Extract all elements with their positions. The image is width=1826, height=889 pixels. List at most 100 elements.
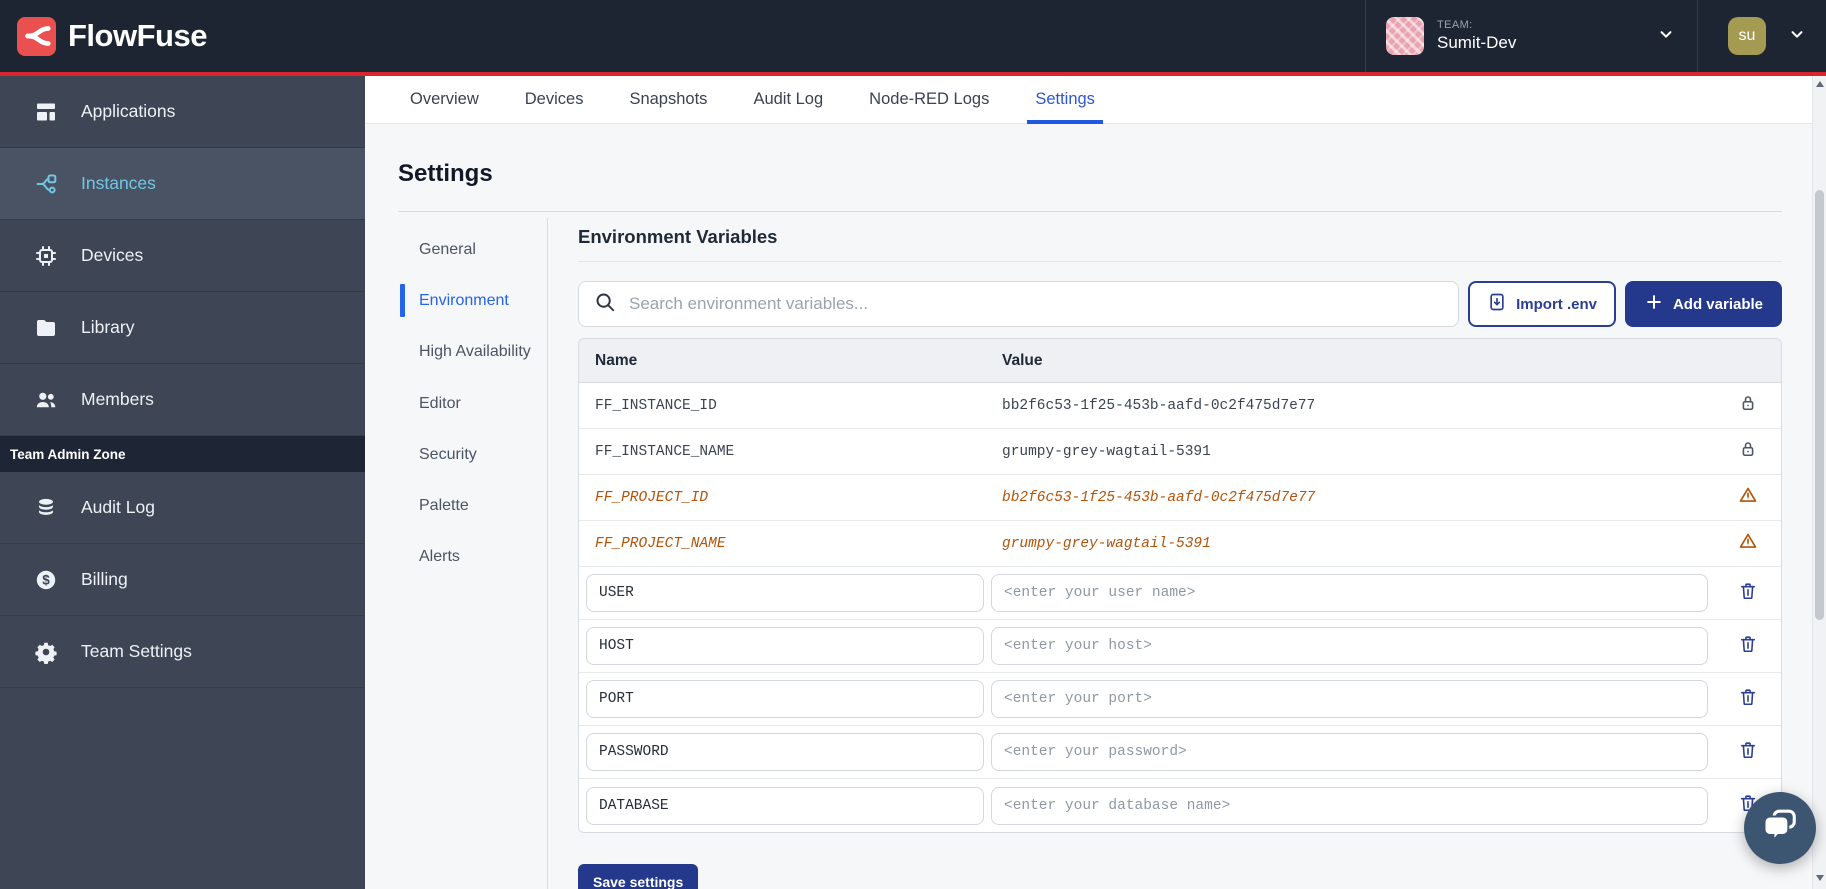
- env-var-row: [579, 620, 1781, 673]
- tab-devices[interactable]: Devices: [517, 76, 592, 123]
- user-avatar: su: [1728, 17, 1766, 55]
- scrollbar-thumb[interactable]: [1815, 190, 1824, 620]
- import-file-icon: [1487, 292, 1507, 316]
- lock-icon: [1738, 393, 1758, 418]
- svg-text:$: $: [42, 572, 50, 587]
- tab-snapshots[interactable]: Snapshots: [621, 76, 715, 123]
- sidebar-item-billing[interactable]: $ Billing: [0, 544, 365, 616]
- chevron-down-icon: [1788, 25, 1806, 48]
- warning-icon: [1738, 531, 1758, 556]
- env-var-value: grumpy-grey-wagtail-5391: [1002, 536, 1715, 552]
- env-value-input[interactable]: [991, 680, 1708, 718]
- env-var-row: FF_INSTANCE_NAMEgrumpy-grey-wagtail-5391: [579, 429, 1781, 475]
- team-selector[interactable]: TEAM: Sumit-Dev: [1365, 0, 1697, 72]
- env-var-value: bb2f6c53-1f25-453b-aafd-0c2f475d7e77: [1002, 398, 1715, 414]
- column-header-value: Value: [1002, 352, 1715, 370]
- env-var-name: FF_PROJECT_ID: [579, 490, 1002, 506]
- add-variable-button[interactable]: Add variable: [1625, 281, 1782, 327]
- audit-log-icon: [34, 496, 58, 520]
- instances-icon: [34, 172, 58, 196]
- billing-icon: $: [34, 568, 58, 592]
- delete-variable-button[interactable]: [1715, 687, 1781, 712]
- search-input[interactable]: [629, 294, 1443, 314]
- sidebar-item-instances[interactable]: Instances: [0, 148, 365, 220]
- team-avatar: [1386, 17, 1424, 55]
- tab-audit-log[interactable]: Audit Log: [745, 76, 831, 123]
- env-name-input[interactable]: [586, 787, 984, 825]
- delete-variable-button[interactable]: [1715, 634, 1781, 659]
- sidebar-item-members[interactable]: Members: [0, 364, 365, 436]
- env-var-row: [579, 726, 1781, 779]
- env-value-input[interactable]: [991, 627, 1708, 665]
- settings-nav-high-availability[interactable]: High Availability: [398, 326, 547, 377]
- user-menu[interactable]: su: [1697, 0, 1826, 72]
- chat-widget-button[interactable]: [1744, 792, 1816, 864]
- env-name-input[interactable]: [586, 680, 984, 718]
- settings-nav-editor[interactable]: Editor: [398, 378, 547, 429]
- sidebar-item-devices[interactable]: Devices: [0, 220, 365, 292]
- sidebar-item-label: Billing: [81, 569, 128, 590]
- page-title: Settings: [398, 160, 1782, 188]
- vertical-scrollbar[interactable]: [1812, 76, 1826, 889]
- trash-icon: [1738, 687, 1758, 712]
- sidebar-section-label: Team Admin Zone: [0, 436, 365, 472]
- sidebar-item-label: Members: [81, 389, 154, 410]
- env-var-name: FF_INSTANCE_NAME: [579, 444, 1002, 460]
- topbar-right: TEAM: Sumit-Dev su: [1365, 0, 1826, 72]
- environment-divider: [578, 261, 1782, 262]
- env-var-row: FF_PROJECT_NAMEgrumpy-grey-wagtail-5391: [579, 521, 1781, 567]
- settings-nav-general[interactable]: General: [398, 224, 547, 275]
- members-icon: [34, 388, 58, 412]
- lock-icon: [1738, 439, 1758, 464]
- settings-nav-palette[interactable]: Palette: [398, 480, 547, 531]
- env-var-value: grumpy-grey-wagtail-5391: [1002, 444, 1715, 460]
- main-area: Overview Devices Snapshots Audit Log Node-RE…: [365, 76, 1826, 889]
- plus-icon: [1644, 292, 1664, 316]
- tab-node-red-logs[interactable]: Node-RED Logs: [861, 76, 997, 123]
- sidebar-item-label: Team Settings: [81, 641, 192, 662]
- env-name-input[interactable]: [586, 733, 984, 771]
- env-var-row: [579, 779, 1781, 832]
- env-value-input[interactable]: [991, 574, 1708, 612]
- sidebar-item-applications[interactable]: Applications: [0, 76, 365, 148]
- sidebar-item-label: Applications: [81, 101, 175, 122]
- locked-indicator: [1715, 439, 1781, 464]
- env-name-input[interactable]: [586, 627, 984, 665]
- environment-panel: Environment Variables: [578, 218, 1782, 889]
- env-name-input[interactable]: [586, 574, 984, 612]
- environment-heading: Environment Variables: [578, 226, 1782, 248]
- env-variables-table: NameValueFF_INSTANCE_IDbb2f6c53-1f25-453…: [578, 338, 1782, 833]
- env-value-input[interactable]: [991, 787, 1708, 825]
- team-name: Sumit-Dev: [1437, 33, 1516, 53]
- team-label: TEAM:: [1437, 19, 1516, 31]
- trash-icon: [1738, 634, 1758, 659]
- settings-nav-security[interactable]: Security: [398, 429, 547, 480]
- chat-bubbles-icon: [1761, 807, 1799, 850]
- delete-variable-button[interactable]: [1715, 740, 1781, 765]
- tab-overview[interactable]: Overview: [402, 76, 487, 123]
- scroll-up-arrow-icon[interactable]: [1816, 81, 1824, 87]
- flowfuse-app: FlowFuse TEAM: Sumit-Dev su Appl: [0, 0, 1826, 889]
- trash-icon: [1738, 581, 1758, 606]
- env-var-name: FF_INSTANCE_ID: [579, 398, 1002, 414]
- sidebar-item-library[interactable]: Library: [0, 292, 365, 364]
- page-divider: [398, 211, 1782, 212]
- save-settings-button[interactable]: Save settings: [578, 864, 698, 889]
- sidebar-item-audit-log[interactable]: Audit Log: [0, 472, 365, 544]
- settings-nav-alerts[interactable]: Alerts: [398, 531, 547, 582]
- settings-subnav: GeneralEnvironmentHigh AvailabilityEdito…: [398, 218, 548, 889]
- delete-variable-button[interactable]: [1715, 581, 1781, 606]
- search-icon: [594, 291, 616, 318]
- sidebar-item-team-settings[interactable]: Team Settings: [0, 616, 365, 688]
- env-value-input[interactable]: [991, 733, 1708, 771]
- import-env-button[interactable]: Import .env: [1468, 281, 1616, 327]
- env-var-row: FF_INSTANCE_IDbb2f6c53-1f25-453b-aafd-0c…: [579, 383, 1781, 429]
- chevron-down-icon: [1657, 25, 1675, 48]
- sidebar: Applications InstancesDevicesLibrary Membe…: [0, 76, 365, 889]
- flowfuse-logo-icon: [17, 17, 56, 56]
- settings-nav-environment[interactable]: Environment: [398, 275, 547, 326]
- scroll-down-arrow-icon[interactable]: [1816, 875, 1824, 881]
- tab-settings[interactable]: Settings: [1027, 76, 1103, 123]
- sidebar-item-label: Audit Log: [81, 497, 155, 518]
- team-settings-icon: [34, 640, 58, 664]
